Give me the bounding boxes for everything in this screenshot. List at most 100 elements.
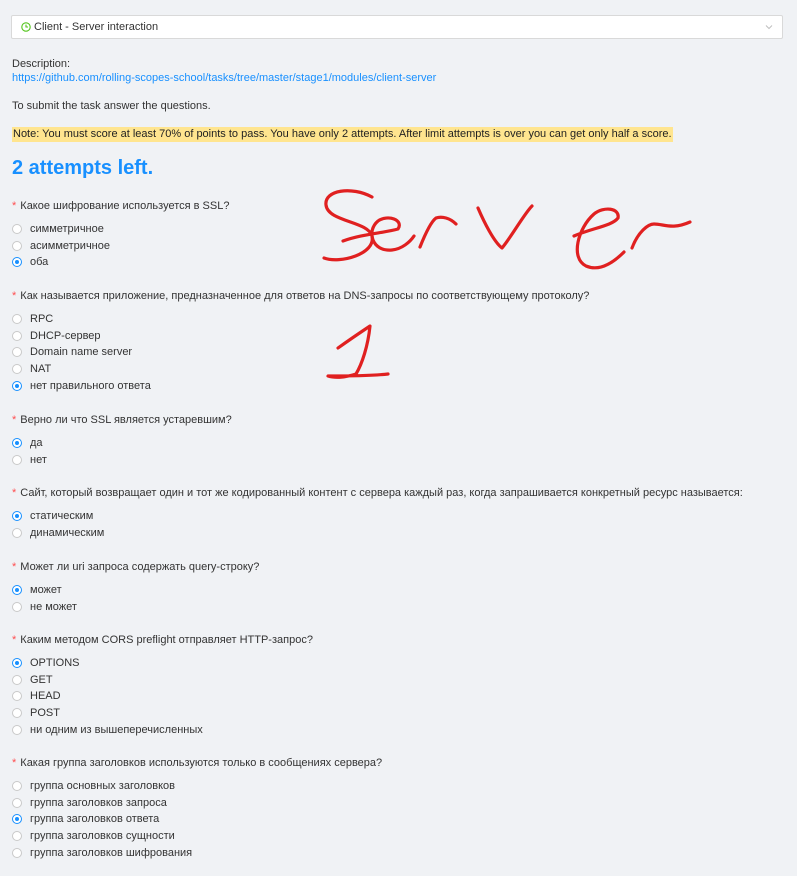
answer-label: RPC — [30, 313, 54, 326]
radio-button-checked[interactable] — [12, 814, 22, 825]
description-label: Description: — [12, 58, 71, 70]
answer-option[interactable]: группа заголовков шифрования — [12, 844, 782, 861]
question-4: * Сайт, который возвращает один и тот же … — [12, 486, 782, 541]
answer-option[interactable]: HEAD — [12, 688, 782, 705]
chevron-down-icon[interactable] — [764, 22, 774, 32]
answer-options: группа основных заголовков группа заголо… — [12, 778, 782, 861]
answer-option[interactable]: NAT — [12, 361, 782, 378]
question-title: Может ли uri запроса содержать query-стр… — [20, 561, 260, 573]
answer-label: GET — [30, 673, 53, 686]
answer-label: группа заголовков сущности — [30, 830, 175, 843]
radio-button[interactable] — [12, 724, 22, 735]
required-mark: * — [12, 634, 17, 646]
radio-button[interactable] — [12, 314, 22, 325]
answer-option[interactable]: нет — [12, 452, 782, 469]
radio-button[interactable] — [12, 454, 22, 465]
answer-options: может не может — [12, 582, 782, 615]
question-6: * Каким методом CORS preflight отправляет… — [12, 633, 782, 738]
radio-button[interactable] — [12, 691, 22, 702]
radio-button[interactable] — [12, 330, 22, 341]
task-header: Description: https://github.com/rolling-… — [12, 58, 782, 180]
answer-option[interactable]: статическим — [12, 508, 782, 525]
radio-button-checked[interactable] — [12, 511, 22, 522]
question-5: * Может ли uri запроса содержать query-ст… — [12, 560, 782, 615]
radio-button[interactable] — [12, 224, 22, 235]
attempts-left: 2 attempts left. — [12, 157, 154, 179]
answer-option[interactable]: группа основных заголовков — [12, 778, 782, 795]
radio-button[interactable] — [12, 797, 22, 808]
answer-option[interactable]: да — [12, 435, 782, 452]
required-mark: * — [12, 487, 17, 499]
required-mark: * — [12, 290, 17, 302]
answer-label: группа основных заголовков — [30, 780, 175, 793]
task-select-value: Client - Server interaction — [34, 21, 159, 33]
answer-option[interactable]: оба — [12, 254, 782, 271]
answer-option[interactable]: ни одним из вышеперечисленных — [12, 721, 782, 738]
answer-option[interactable]: группа заголовков ответа — [12, 811, 782, 828]
answer-label: DHCP-сервер — [30, 329, 101, 342]
answer-label: не может — [30, 600, 77, 613]
radio-button[interactable] — [12, 364, 22, 375]
answer-option[interactable]: GET — [12, 672, 782, 689]
answer-option[interactable]: RPC — [12, 311, 782, 328]
radio-button[interactable] — [12, 347, 22, 358]
clock-icon — [21, 22, 31, 32]
radio-button[interactable] — [12, 708, 22, 719]
answer-option[interactable]: Domain name server — [12, 344, 782, 361]
answer-option[interactable]: DHCP-сервер — [12, 328, 782, 345]
answer-label: HEAD — [30, 690, 61, 703]
answer-label: оба — [30, 256, 49, 269]
question-2: * Как называется приложение, предназначен… — [12, 289, 782, 394]
submit-instructions: To submit the task answer the questions. — [12, 100, 211, 112]
answer-label: симметричное — [30, 223, 104, 236]
answer-options: OPTIONS GET HEAD POST ни одним из вышепе… — [12, 655, 782, 738]
answer-option[interactable]: не может — [12, 599, 782, 616]
radio-button[interactable] — [12, 527, 22, 538]
answer-option[interactable]: динамическим — [12, 525, 782, 542]
radio-button[interactable] — [12, 781, 22, 792]
question-title: Верно ли что SSL является устаревшим? — [20, 414, 232, 426]
radio-button-checked[interactable] — [12, 438, 22, 449]
question-7: * Какая группа заголовков используются то… — [12, 756, 782, 861]
answer-options: симметричное асимметричное оба — [12, 221, 782, 271]
answer-label: OPTIONS — [30, 657, 80, 670]
description-link[interactable]: https://github.com/rolling-scopes-school… — [12, 71, 782, 86]
radio-button[interactable] — [12, 674, 22, 685]
radio-button-checked[interactable] — [12, 658, 22, 669]
answer-label: группа заголовков ответа — [30, 813, 160, 826]
question-title: Сайт, который возвращает один и тот же к… — [20, 487, 743, 499]
radio-button[interactable] — [12, 831, 22, 842]
answer-options: RPC DHCP-сервер Domain name server NAT н… — [12, 311, 782, 394]
answer-label: да — [30, 437, 43, 450]
task-select[interactable]: Client - Server interaction — [11, 15, 783, 39]
radio-button[interactable] — [12, 847, 22, 858]
answer-option[interactable]: группа заголовков запроса — [12, 795, 782, 812]
answer-label: статическим — [30, 510, 94, 523]
required-mark: * — [12, 757, 17, 769]
answer-option[interactable]: может — [12, 582, 782, 599]
answer-option[interactable]: OPTIONS — [12, 655, 782, 672]
radio-button-checked[interactable] — [12, 585, 22, 596]
answer-label: Domain name server — [30, 346, 133, 359]
required-mark: * — [12, 414, 17, 426]
answer-option[interactable]: POST — [12, 705, 782, 722]
answer-label: POST — [30, 707, 60, 720]
question-title: Какая группа заголовков используются тол… — [20, 757, 383, 769]
answer-option[interactable]: симметричное — [12, 221, 782, 238]
question-title: Каким методом CORS preflight отправляет … — [20, 634, 313, 646]
radio-button[interactable] — [12, 240, 22, 251]
radio-button-checked[interactable] — [12, 380, 22, 391]
answer-label: ни одним из вышеперечисленных — [30, 723, 203, 736]
answer-option[interactable]: асимметричное — [12, 238, 782, 255]
answer-label: может — [30, 584, 62, 597]
question-3: * Верно ли что SSL является устаревшим? д… — [12, 413, 782, 468]
radio-button-checked[interactable] — [12, 257, 22, 268]
note-banner: Note: You must score at least 70% of poi… — [12, 127, 673, 142]
question-title: Как называется приложение, предназначенн… — [20, 290, 590, 302]
answer-option[interactable]: нет правильного ответа — [12, 377, 782, 394]
radio-button[interactable] — [12, 601, 22, 612]
answer-label: асимметричное — [30, 239, 110, 252]
answer-options: статическим динамическим — [12, 508, 782, 541]
answer-option[interactable]: группа заголовков сущности — [12, 828, 782, 845]
answer-label: группа заголовков запроса — [30, 796, 167, 809]
